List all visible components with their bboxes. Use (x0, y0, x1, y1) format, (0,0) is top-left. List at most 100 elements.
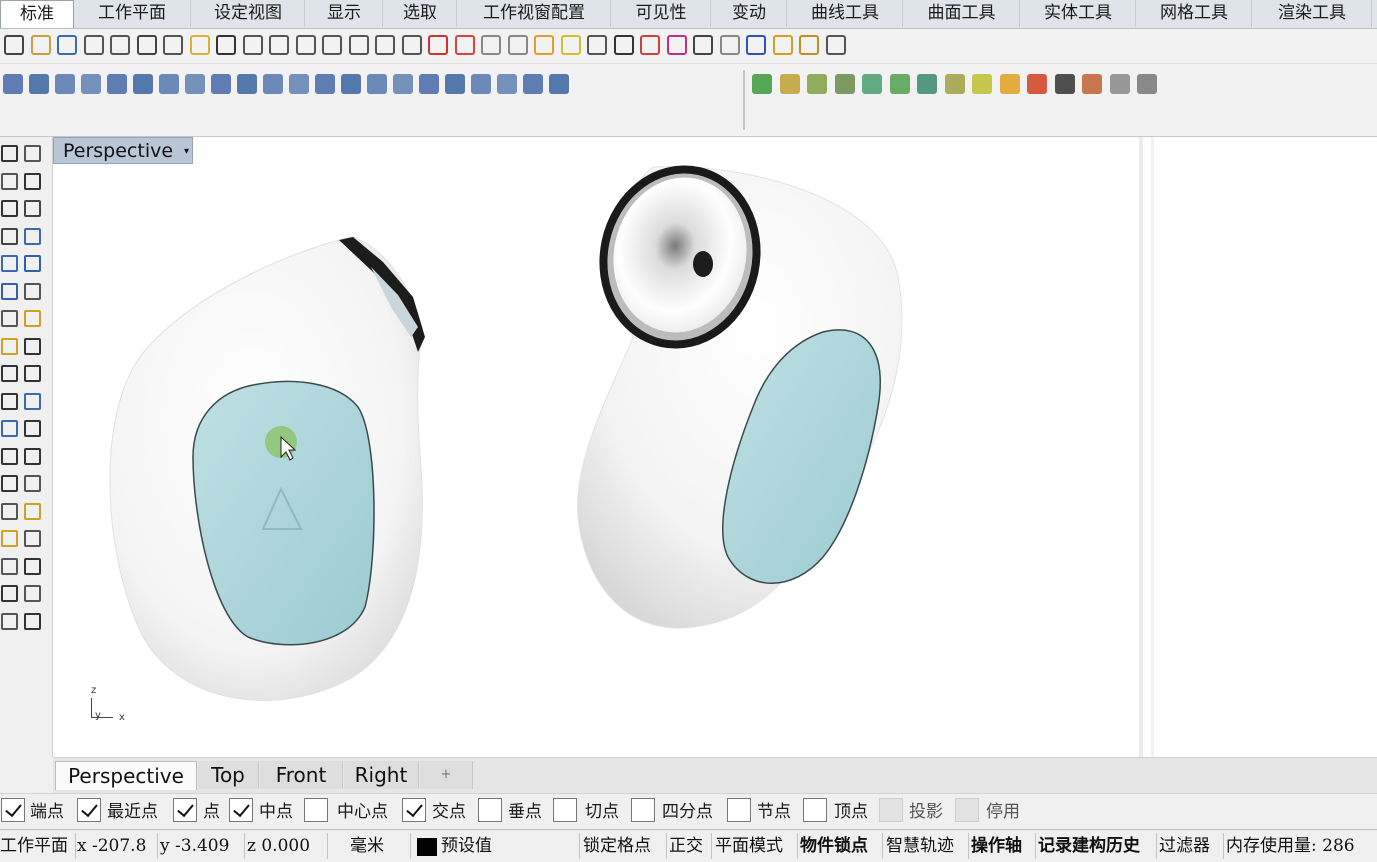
color-wheel-icon[interactable] (640, 35, 660, 55)
surface-tool-icon-8[interactable] (211, 74, 231, 94)
lights-icon[interactable] (481, 35, 501, 55)
cplane-label[interactable]: 工作平面 (0, 833, 76, 859)
viewport-tab-right[interactable]: Right (344, 761, 419, 789)
left-tool-icon-0-0[interactable] (1, 145, 18, 162)
left-tool-icon-10-0[interactable] (1, 420, 18, 437)
surface-tool-icon-12[interactable] (315, 74, 335, 94)
osnap-checkbox-10[interactable] (803, 798, 827, 822)
ribbon-tab-3[interactable]: 显示 (306, 0, 383, 27)
left-tool-icon-16-0[interactable] (1, 585, 18, 602)
osnap-label-11[interactable]: 投影 (909, 799, 943, 825)
osnap-label-12[interactable]: 停用 (986, 799, 1020, 825)
analysis-tool-icon-2[interactable] (807, 74, 827, 94)
osnap-checkbox-7[interactable] (553, 798, 577, 822)
analysis-tool-icon-13[interactable] (1109, 74, 1130, 94)
left-tool-icon-8-1[interactable] (24, 365, 41, 382)
left-tool-icon-2-0[interactable] (1, 200, 18, 217)
undo-view-icon[interactable] (401, 35, 422, 55)
gear-icon[interactable] (772, 35, 793, 55)
left-tool-icon-1-1[interactable] (24, 172, 41, 190)
analysis-tool-icon-3[interactable] (834, 74, 855, 94)
surface-tool-icon-6[interactable] (159, 74, 179, 94)
viewport-title[interactable]: Perspective ▾ (53, 137, 193, 164)
analysis-tool-icon-4[interactable] (862, 74, 882, 94)
magic-icon[interactable] (746, 35, 766, 55)
save-icon[interactable] (57, 35, 77, 55)
viewport-tab-top[interactable]: Top (198, 761, 259, 789)
surface-tool-icon-19[interactable] (497, 74, 517, 94)
left-tool-icon-14-1[interactable] (24, 530, 41, 547)
ribbon-tab-11[interactable]: 网格工具 (1137, 0, 1252, 27)
surface-tool-icon-17[interactable] (445, 74, 465, 94)
surface-tool-icon-10[interactable] (263, 74, 283, 94)
surface-tool-icon-13[interactable] (341, 74, 361, 94)
render-sphere-icon[interactable] (693, 35, 713, 55)
left-tool-icon-10-1[interactable] (24, 420, 41, 437)
left-tool-icon-13-0[interactable] (1, 502, 18, 520)
cut-icon[interactable] (136, 35, 157, 55)
surface-tool-icon-4[interactable] (107, 74, 127, 94)
surface-tool-icon-21[interactable] (549, 74, 569, 94)
ribbon-tab-9[interactable]: 曲面工具 (904, 0, 1020, 27)
osnap-checkbox-3[interactable] (229, 798, 253, 822)
ribbon-tab-4[interactable]: 选取 (384, 0, 457, 27)
surface-tool-icon-7[interactable] (185, 74, 205, 94)
left-tool-icon-6-1[interactable] (24, 310, 41, 327)
osnap-checkbox-1[interactable] (77, 798, 101, 822)
left-tool-icon-12-0[interactable] (1, 475, 18, 492)
osnap-label-0[interactable]: 端点 (30, 799, 64, 825)
surface-tool-icon-15[interactable] (393, 74, 413, 94)
current-layer[interactable]: 预设值 (441, 833, 580, 859)
left-tool-icon-15-0[interactable] (1, 557, 18, 575)
osnap-label-9[interactable]: 节点 (757, 799, 791, 825)
car-icon[interactable] (454, 35, 475, 55)
units-label[interactable]: 毫米 (350, 833, 411, 859)
left-tool-icon-14-0[interactable] (1, 530, 18, 547)
add-viewport-tab-icon[interactable]: + (420, 761, 473, 789)
osnap-checkbox-9[interactable] (727, 798, 751, 822)
ortho-toggle[interactable]: 正交 (669, 833, 712, 859)
planar-toggle[interactable]: 平面模式 (715, 833, 798, 859)
osnap-checkbox-8[interactable] (631, 798, 655, 822)
ribbon-tab-6[interactable]: 可见性 (612, 0, 711, 27)
lock-icon[interactable] (587, 35, 607, 55)
grid-snap-toggle[interactable]: 锁定格点 (583, 833, 667, 859)
viewport-tab-perspective[interactable]: Perspective (55, 761, 197, 790)
layers-icon[interactable] (613, 35, 634, 55)
open-folder-icon[interactable] (30, 35, 51, 55)
analysis-tool-icon-12[interactable] (1082, 74, 1102, 94)
left-tool-icon-0-1[interactable] (24, 145, 41, 162)
new-file-icon[interactable] (4, 35, 24, 55)
analysis-tool-icon-8[interactable] (972, 74, 992, 94)
left-tool-icon-2-1[interactable] (24, 200, 41, 217)
osnap-checkbox-0[interactable] (1, 798, 25, 822)
perspective-viewport[interactable]: Perspective ▾ z y x (53, 137, 1377, 757)
osnap-label-1[interactable]: 最近点 (107, 799, 158, 825)
rotate-view-icon[interactable] (269, 35, 289, 55)
ribbon-tab-12[interactable]: 渲染工具 (1253, 0, 1372, 27)
history-toggle[interactable]: 记录建构历史 (1038, 833, 1157, 859)
left-tool-icon-3-0[interactable] (1, 227, 18, 245)
gumball-toggle[interactable]: 操作轴 (971, 833, 1036, 859)
help-icon[interactable] (825, 35, 846, 55)
surface-tool-icon-11[interactable] (289, 74, 309, 94)
left-tool-icon-12-1[interactable] (24, 475, 41, 492)
osnap-checkbox-4[interactable] (304, 798, 328, 822)
osnap-label-6[interactable]: 垂点 (508, 799, 542, 825)
copy-icon[interactable] (163, 35, 183, 55)
options-icon[interactable] (799, 35, 819, 55)
analysis-tool-icon-10[interactable] (1027, 74, 1047, 94)
analysis-tool-icon-14[interactable] (1137, 74, 1157, 94)
left-tool-icon-13-1[interactable] (24, 502, 41, 520)
smarttrack-toggle[interactable]: 智慧轨迹 (886, 833, 969, 859)
circle-icon[interactable] (507, 35, 528, 55)
osnap-label-7[interactable]: 切点 (585, 799, 619, 825)
left-tool-icon-5-1[interactable] (24, 282, 41, 300)
ribbon-tab-7[interactable]: 变动 (712, 0, 787, 27)
left-tool-icon-9-0[interactable] (1, 392, 18, 410)
left-tool-icon-8-0[interactable] (1, 365, 18, 382)
zoom-window-icon[interactable] (322, 35, 342, 55)
osnap-label-10[interactable]: 顶点 (834, 799, 868, 825)
surface-tool-icon-16[interactable] (419, 74, 439, 94)
zoom-selected-icon[interactable] (375, 35, 395, 55)
